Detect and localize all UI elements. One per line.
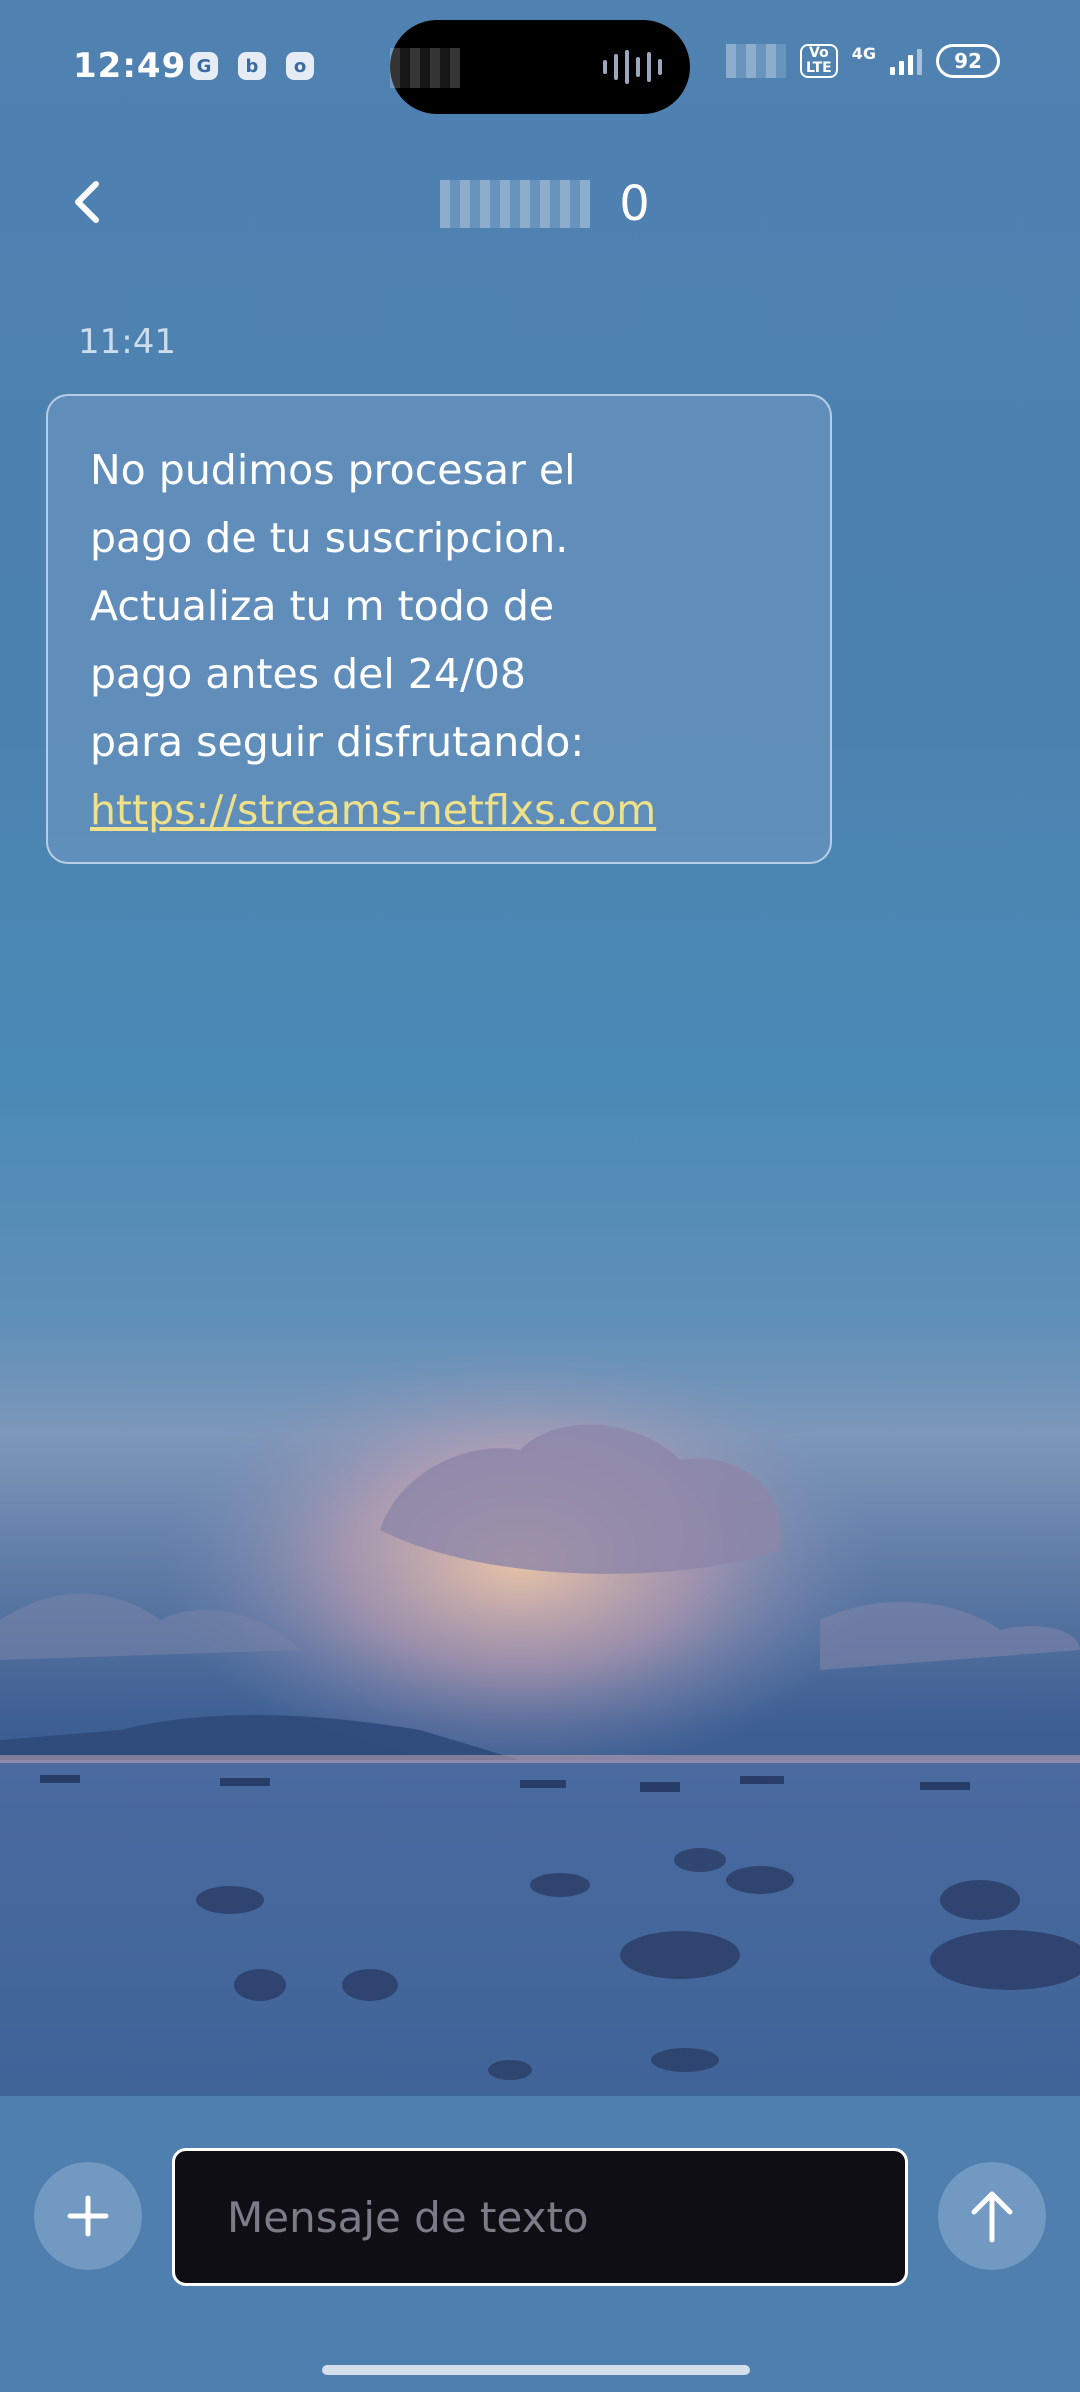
network-type: 4G	[851, 43, 876, 63]
orange-app-icon: o	[286, 52, 314, 80]
status-time: 12:49	[73, 46, 187, 86]
redacted-indicator	[726, 44, 787, 78]
redacted-contact-number	[440, 180, 590, 228]
audio-wave-icon	[603, 50, 662, 84]
notification-icons: G b o	[190, 52, 314, 80]
plus-icon	[67, 2195, 109, 2237]
home-indicator[interactable]	[322, 2365, 750, 2375]
message-timestamp: 11:41	[78, 322, 176, 362]
sunset-sea-wallpaper	[0, 1340, 1080, 2100]
battery-indicator: 92	[936, 44, 1000, 78]
message-line: pago antes del 24/08	[90, 650, 526, 698]
dynamic-island	[390, 20, 690, 114]
blue-app-icon: b	[238, 52, 266, 80]
add-attachment-button[interactable]	[34, 2162, 142, 2270]
google-app-icon: G	[190, 52, 218, 80]
message-link[interactable]: https://streams-netflxs.com	[90, 776, 788, 844]
message-line: para seguir disfrutando:	[90, 718, 585, 766]
volte-icon: Vo LTE	[800, 44, 838, 78]
system-indicators: Vo LTE 4G 92	[726, 44, 1000, 78]
conversation-header: 0	[0, 150, 1080, 260]
message-input[interactable]	[172, 2148, 908, 2286]
signal-strength-icon	[890, 47, 922, 75]
arrow-up-icon	[971, 2191, 1013, 2243]
received-message-bubble[interactable]: No pudimos procesar el pago de tu suscri…	[46, 394, 832, 864]
status-bar: 12:49 G b o Vo LTE 4G 92	[0, 0, 1080, 130]
message-line: pago de tu suscripcion.	[90, 514, 569, 562]
message-line: No pudimos procesar el	[90, 446, 576, 494]
message-line: Actualiza tu m todo de	[90, 582, 555, 630]
redacted-thumbnail	[390, 48, 460, 88]
send-button[interactable]	[938, 2162, 1046, 2270]
